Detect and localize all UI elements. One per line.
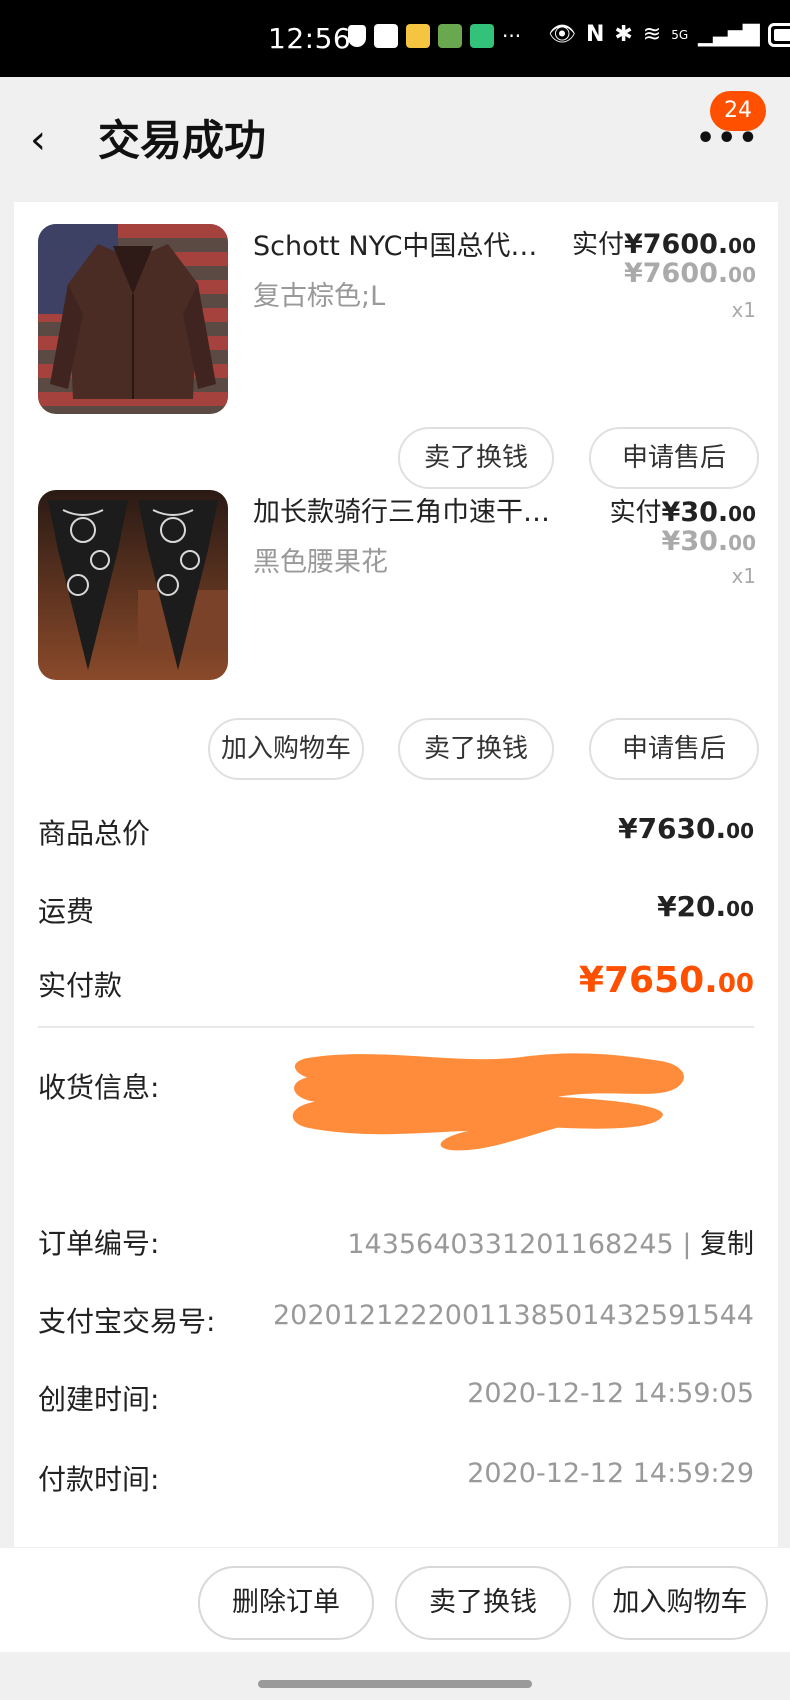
order-number-value: 1435640331201168245 | 复制: [347, 1229, 754, 1260]
paid-price-int: ¥30.: [661, 497, 729, 528]
shopping-app-icon: [470, 24, 494, 48]
goods-total-row: 商品总价 ¥7630.00: [38, 812, 754, 852]
redacted-address: [292, 1053, 684, 1151]
paisley-bandana-image[interactable]: [38, 490, 228, 680]
original-price-dec: 00: [728, 531, 756, 555]
order-number-label: 订单编号:: [38, 1227, 160, 1260]
shield-icon: [348, 25, 366, 47]
battery-icon: [767, 22, 790, 47]
shipping-label: 运费: [38, 895, 95, 928]
paid-total-row: 实付款 ¥7650.00: [38, 960, 754, 1008]
paid-price-dec: 00: [728, 502, 756, 526]
paid-price-dec: 00: [728, 234, 756, 258]
paid-total-int: ¥7650.: [578, 960, 718, 1001]
goods-total-int: ¥7630.: [618, 812, 727, 845]
notification-icons: ···: [348, 24, 521, 48]
sell-for-cash-button[interactable]: 卖了换钱: [395, 1566, 571, 1640]
product-name[interactable]: 加长款骑行三角巾速干…: [253, 490, 550, 529]
wifi-icon: ≋: [642, 22, 662, 47]
alipay-number-value: 2020121222001138501432591544: [273, 1300, 754, 1331]
status-time: 12:56: [268, 22, 352, 55]
shipping-address-label: 收货信息:: [38, 1071, 160, 1104]
leather-jacket-image[interactable]: [38, 224, 228, 414]
original-price-int: ¥30.: [661, 526, 729, 557]
gesture-navigation-bar: [0, 1652, 790, 1700]
created-time-value: 2020-12-12 14:59:05: [467, 1378, 754, 1409]
network-type: 5G: [671, 27, 689, 42]
order-item[interactable]: 加长款骑行三角巾速干… 黑色腰果花 实付¥30.00 ¥30.00 x1 加入购…: [14, 490, 778, 780]
payment-time-row: 付款时间: 2020-12-12 14:59:29: [38, 1458, 754, 1498]
paid-price-label: 实付: [609, 498, 662, 528]
created-time-row: 创建时间: 2020-12-12 14:59:05: [38, 1378, 754, 1418]
original-price: ¥30.00: [662, 526, 756, 557]
paid-price: 实付¥30.00: [610, 492, 756, 529]
system-icons: 👁 N ✱ ≋ 5G ▁▃▅▇: [548, 22, 790, 47]
bottom-action-bar: 删除订单 卖了换钱 加入购物车: [0, 1547, 790, 1652]
alipay-number-row: 支付宝交易号: 2020121222001138501432591544: [38, 1300, 754, 1340]
created-time-label: 创建时间:: [38, 1383, 160, 1416]
paid-total-value: ¥7650.00: [579, 960, 754, 1001]
paid-total-label: 实付款: [38, 969, 123, 1002]
add-to-cart-button[interactable]: 加入购物车: [208, 718, 364, 780]
goods-total-dec: 00: [726, 819, 754, 843]
status-bar: 12:56 ··· 👁 N ✱ ≋ 5G ▁▃▅▇: [0, 0, 790, 77]
order-number-row: 订单编号: 1435640331201168245 | 复制: [38, 1222, 754, 1262]
goods-total-value: ¥7630.00: [618, 812, 754, 845]
product-spec: 复古棕色;L: [253, 281, 386, 312]
goods-total-label: 商品总价: [38, 817, 151, 850]
alipay-number-label: 支付宝交易号:: [38, 1305, 216, 1338]
sell-for-cash-button[interactable]: 卖了换钱: [398, 427, 554, 489]
add-to-cart-button[interactable]: 加入购物车: [592, 1566, 768, 1640]
more-notifications-icon: ···: [502, 24, 522, 48]
message-count-badge: 24: [710, 91, 766, 131]
paid-price: 实付¥7600.00: [572, 224, 756, 261]
paid-price-label: 实付: [571, 230, 624, 260]
payment-time-label: 付款时间:: [38, 1463, 160, 1496]
original-price: ¥7600.00: [624, 258, 756, 289]
back-icon[interactable]: ‹: [30, 117, 46, 163]
quantity: x1: [731, 298, 756, 322]
mail-app-icon: [374, 24, 398, 48]
home-indicator[interactable]: [258, 1680, 532, 1688]
shipping-dec: 00: [726, 897, 754, 921]
order-item[interactable]: Schott NYC中国总代… 复古棕色;L 实付¥7600.00 ¥7600.…: [14, 202, 778, 502]
product-spec: 黑色腰果花: [253, 547, 388, 578]
page-title: 交易成功: [98, 116, 267, 165]
paid-total-dec: 00: [717, 969, 754, 999]
sell-for-cash-button[interactable]: 卖了换钱: [398, 718, 554, 780]
payment-time-value: 2020-12-12 14:59:29: [467, 1458, 754, 1489]
quantity: x1: [731, 564, 756, 588]
game-app-icon: [438, 24, 462, 48]
delete-order-button[interactable]: 删除订单: [198, 1566, 374, 1640]
original-price-int: ¥7600.: [623, 258, 729, 289]
order-number: 1435640331201168245: [347, 1229, 674, 1260]
original-price-dec: 00: [728, 263, 756, 287]
shipping-int: ¥20.: [657, 890, 727, 923]
signal-icon: ▁▃▅▇: [698, 22, 760, 47]
copy-button[interactable]: 复制: [700, 1229, 754, 1260]
eye-icon: 👁: [548, 22, 576, 47]
shipping-row: 运费 ¥20.00: [38, 890, 754, 930]
bluetooth-icon: ✱: [614, 22, 633, 47]
after-sale-button[interactable]: 申请售后: [589, 718, 759, 780]
order-detail-card: Schott NYC中国总代… 复古棕色;L 实付¥7600.00 ¥7600.…: [14, 202, 778, 1547]
paid-price-int: ¥7600.: [623, 229, 729, 260]
product-name[interactable]: Schott NYC中国总代…: [253, 224, 537, 263]
divider: [38, 1026, 754, 1028]
nfc-icon: N: [585, 22, 605, 47]
after-sale-button[interactable]: 申请售后: [589, 427, 759, 489]
app-header: ‹ 交易成功 ••• 24: [0, 77, 790, 202]
envelope-icon: [406, 24, 430, 48]
shipping-value: ¥20.00: [657, 890, 754, 923]
